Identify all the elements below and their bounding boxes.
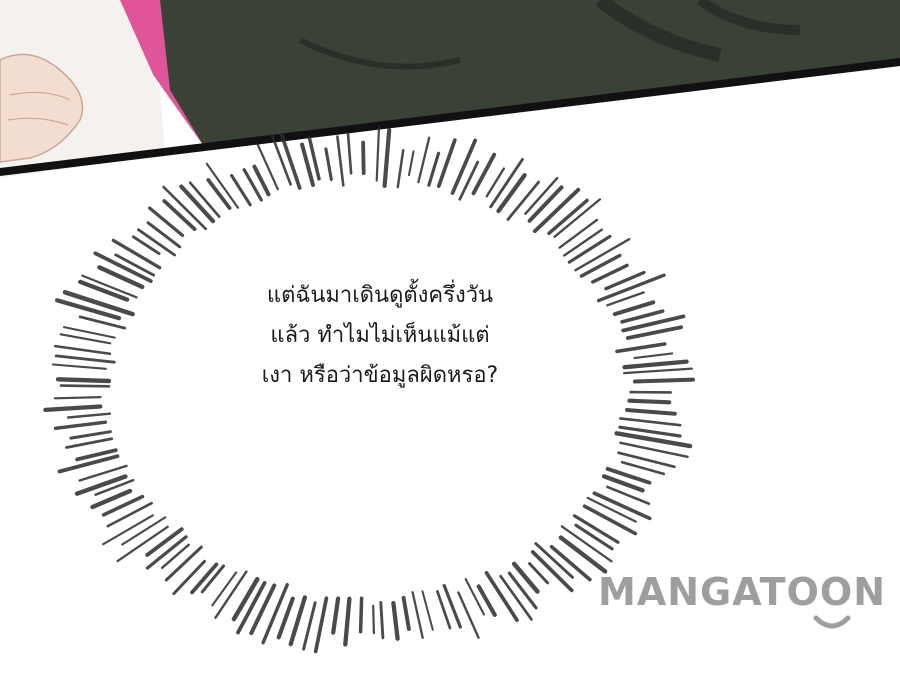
mangatoon-watermark: MANGATOON — [598, 570, 898, 640]
burst-line — [302, 601, 317, 651]
burst-line — [379, 601, 385, 640]
burst-line — [612, 300, 656, 317]
burst-line — [622, 359, 689, 370]
burst-line — [288, 595, 308, 647]
burst-line — [361, 140, 366, 176]
burst-line — [65, 437, 114, 449]
burst-line — [396, 148, 405, 189]
burst-line — [382, 127, 392, 188]
burst-line — [313, 596, 329, 654]
burst-line — [279, 132, 302, 190]
speech-line: แต่ฉันมาเดินดูตั้งครึ่งวัน — [266, 283, 494, 308]
burst-line — [421, 590, 434, 631]
burst-line — [401, 595, 411, 631]
burst-line — [436, 138, 457, 188]
burst-line — [427, 151, 441, 187]
burst-line — [618, 417, 682, 427]
burst-line — [146, 221, 182, 249]
burst-line — [206, 178, 232, 210]
burst-line — [270, 134, 292, 186]
burst-line — [620, 460, 666, 476]
burst-line — [336, 135, 345, 187]
burst-line — [43, 404, 103, 413]
burst-line — [331, 596, 341, 635]
burst-line — [69, 430, 112, 440]
burst-line — [558, 218, 599, 249]
burst-line — [53, 420, 108, 430]
burst-line — [51, 363, 107, 370]
burst-line — [558, 535, 608, 574]
burst-line — [346, 131, 353, 175]
burst-line — [145, 527, 184, 557]
burst-line — [627, 398, 672, 405]
burst-line — [633, 352, 674, 360]
burst-line — [620, 309, 665, 324]
burst-line — [358, 596, 364, 634]
speech-line: แล้ว ทำไมไม่เห็นแม้แต่ — [270, 323, 490, 348]
burst-line — [164, 545, 203, 582]
burst-line — [391, 600, 400, 641]
burst-line — [261, 583, 289, 645]
burst-line — [615, 342, 667, 354]
burst-line — [106, 501, 153, 528]
burst-line — [563, 228, 603, 257]
burst-line — [407, 150, 415, 177]
burst-line — [372, 604, 375, 635]
burst-line — [53, 396, 102, 400]
speech-line: เงา หรือว่าข้อมูลผิดหรอ? — [261, 363, 499, 388]
burst-line — [59, 384, 111, 388]
burst-line — [55, 377, 112, 384]
burst-line — [375, 125, 381, 182]
burst-line — [633, 377, 695, 384]
watermark-text: MANGATOON — [598, 570, 887, 614]
burst-line — [172, 559, 206, 595]
burst-line — [54, 298, 122, 321]
burst-line — [507, 571, 538, 610]
speech-text: แต่ฉันมาเดินดูตั้งครึ่งวัน แล้ว ทำไมไม่เ… — [140, 276, 620, 396]
burst-line — [53, 344, 112, 356]
burst-line — [54, 354, 116, 364]
burst-line — [230, 173, 252, 207]
burst-line — [417, 136, 431, 184]
manga-panel: แต่ฉันมาเดินดูตั้งครึ่งวัน แล้ว ทำไมไม่เ… — [0, 0, 900, 686]
burst-line — [343, 596, 352, 647]
burst-line — [411, 591, 424, 639]
burst-line — [324, 147, 333, 182]
burst-line — [66, 412, 112, 419]
burst-line — [622, 367, 694, 375]
burst-line — [567, 234, 612, 264]
burst-line — [547, 198, 589, 236]
burst-line — [131, 235, 161, 256]
burst-line — [625, 408, 677, 416]
burst-line — [111, 238, 162, 270]
burst-line — [464, 578, 486, 616]
smile-icon — [813, 615, 851, 629]
burst-line — [450, 138, 478, 195]
